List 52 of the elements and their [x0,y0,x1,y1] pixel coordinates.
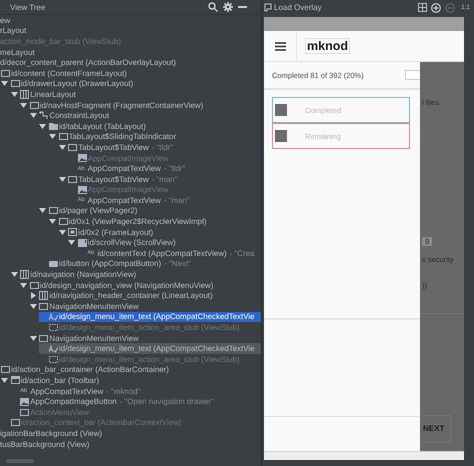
next-button[interactable]: NEXT [422,415,452,443]
expanded-arrow-icon[interactable] [49,133,56,140]
view-icon [68,176,78,183]
checked-text-icon [48,344,58,353]
checked-text-icon [48,312,58,321]
button-view-icon [48,260,58,267]
load-overlay-button[interactable]: Load Overlay [264,3,322,12]
expanded-arrow-icon[interactable] [20,102,28,109]
app-title: mknod [305,38,350,54]
expanded-arrow-icon[interactable] [10,90,18,98]
expanded-arrow-icon[interactable] [68,239,76,246]
linear-layout-icon [20,90,30,99]
expanded-arrow-icon[interactable] [49,218,56,226]
expanded-arrow-icon[interactable] [10,271,18,278]
expanded-arrow-icon[interactable] [58,144,66,151]
view-icon [39,302,48,310]
view-icon [30,282,39,289]
folder-icon [48,122,58,130]
legend-swatch [275,130,287,142]
image-icon [78,154,87,162]
view-icon [1,366,10,374]
stub-icon [48,356,58,363]
expanded-arrow-icon[interactable] [58,228,66,236]
expanded-arrow-icon[interactable] [58,176,66,183]
image-icon [78,186,87,194]
image-icon [20,398,30,406]
toolbar-icon [10,376,20,384]
grid-icon[interactable] [418,3,427,12]
search-icon[interactable] [208,2,218,12]
panel-title: View Tree [10,2,46,12]
legend-swatch [275,104,287,116]
settings-icon[interactable] [223,2,233,12]
stub-icon [48,324,58,332]
overlay-icon [264,3,272,12]
expanded-arrow-icon[interactable] [39,207,46,214]
expanded-arrow-icon[interactable] [20,282,28,289]
scroll-view-icon [78,238,87,247]
collapsed-arrow-icon[interactable] [30,292,37,300]
constraint-icon [39,111,48,120]
expanded-arrow-icon[interactable] [1,80,8,88]
frame-icon [68,228,78,236]
expanded-arrow-icon[interactable] [1,376,8,384]
expanded-arrow-icon[interactable] [30,302,37,310]
view-icon [39,334,48,342]
zoom-in-icon[interactable] [430,2,441,12]
expanded-arrow-icon[interactable] [39,122,46,130]
view-icon [30,102,39,109]
menu-icon [274,42,286,50]
linear-layout-icon [20,270,30,280]
linear-layout-icon [39,291,48,300]
expanded-arrow-icon[interactable] [30,112,37,120]
expanded-arrow-icon[interactable] [30,334,37,342]
